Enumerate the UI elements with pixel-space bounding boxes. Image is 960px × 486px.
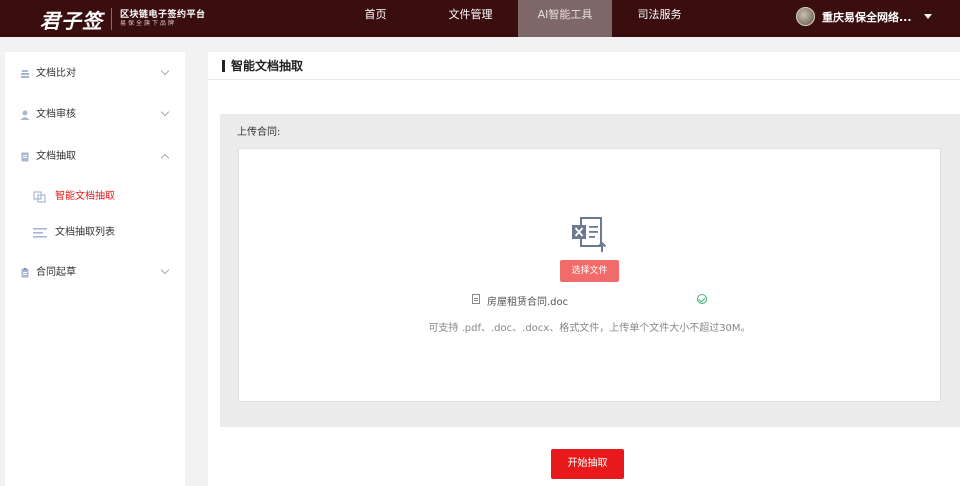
upload-dropzone[interactable]: 选择文件 房屋租赁合同.doc 可支持 .pdf、.doc、.docx、格式文件…	[238, 148, 941, 402]
upload-label: 上传合同:	[237, 127, 281, 138]
nav-item-file-management[interactable]: 文件管理	[423, 0, 518, 37]
copy-icon	[33, 191, 46, 203]
nav-item-judicial-services[interactable]: 司法服务	[612, 0, 707, 37]
top-bar: 君子签 区块链电子签约平台 易保全旗下品牌 首页 文件管理 AI智能工具 司法服…	[0, 0, 960, 37]
user-icon	[20, 110, 30, 120]
upload-hint: 可支持 .pdf、.doc、.docx、格式文件，上传单个文件大小不超过30M。	[428, 323, 751, 334]
sidebar: 文档比对 文档审核 文档抽取 智能文档抽取 文档抽取列表 合同起草	[5, 52, 185, 486]
check-circle-icon	[697, 294, 707, 304]
logo-subtitle-line2: 易保全旗下品牌	[120, 19, 177, 27]
page-title: 智能文档抽取	[231, 59, 304, 73]
main-nav: 首页 文件管理 AI智能工具 司法服务	[328, 0, 707, 37]
page-header: 智能文档抽取	[208, 52, 960, 80]
nav-item-home[interactable]: 首页	[328, 0, 423, 37]
logo-divider	[111, 8, 112, 30]
avatar	[796, 7, 815, 26]
chevron-down-icon	[160, 66, 170, 76]
start-extraction-button[interactable]: 开始抽取	[551, 449, 624, 479]
chevron-down-icon	[160, 265, 170, 275]
document-icon	[21, 152, 29, 162]
sidebar-item-label: 文档审核	[36, 109, 76, 120]
sidebar-subitem-smart-extraction[interactable]: 智能文档抽取	[5, 179, 185, 215]
layers-icon	[21, 70, 29, 78]
sidebar-item-document-compare[interactable]: 文档比对	[5, 54, 185, 94]
chevron-down-icon	[160, 107, 170, 117]
sidebar-item-label: 文档比对	[36, 68, 76, 79]
sidebar-item-document-extraction[interactable]: 文档抽取	[5, 137, 185, 177]
choose-file-button[interactable]: 选择文件	[560, 260, 619, 282]
logo-subtitle: 区块链电子签约平台 易保全旗下品牌	[120, 10, 206, 27]
user-menu[interactable]: 重庆易保全网络...	[796, 7, 932, 26]
logo-text: 君子签	[40, 8, 103, 33]
sidebar-subitem-label: 文档抽取列表	[55, 227, 115, 238]
main-content: 智能文档抽取 上传合同: 选择文件 房屋租赁合同.doc 可支持 .pdf、.d…	[208, 52, 960, 486]
nav-item-ai-tools[interactable]: AI智能工具	[518, 0, 612, 37]
clipboard-icon	[21, 268, 29, 278]
logo[interactable]: 君子签 区块链电子签约平台 易保全旗下品牌	[40, 4, 206, 34]
chevron-up-icon	[160, 153, 170, 163]
sidebar-item-label: 文档抽取	[36, 151, 76, 162]
list-icon	[33, 228, 47, 238]
caret-down-icon	[923, 14, 932, 19]
sidebar-item-label: 合同起草	[36, 267, 76, 278]
file-icon	[472, 294, 480, 304]
upload-panel: 上传合同: 选择文件 房屋租赁合同.doc 可支持 .pdf、.doc、.doc…	[220, 114, 960, 427]
title-marker	[222, 60, 225, 72]
uploaded-file-row: 房屋租赁合同.doc	[472, 293, 712, 308]
sidebar-item-document-review[interactable]: 文档审核	[5, 95, 185, 135]
sidebar-item-contract-drafting[interactable]: 合同起草	[5, 253, 185, 293]
file-name: 房屋租赁合同.doc	[487, 297, 569, 308]
user-name: 重庆易保全网络...	[822, 10, 912, 24]
sidebar-subitem-label: 智能文档抽取	[55, 191, 115, 202]
sidebar-subitem-extraction-list[interactable]: 文档抽取列表	[5, 215, 185, 251]
excel-upload-icon	[572, 217, 607, 252]
